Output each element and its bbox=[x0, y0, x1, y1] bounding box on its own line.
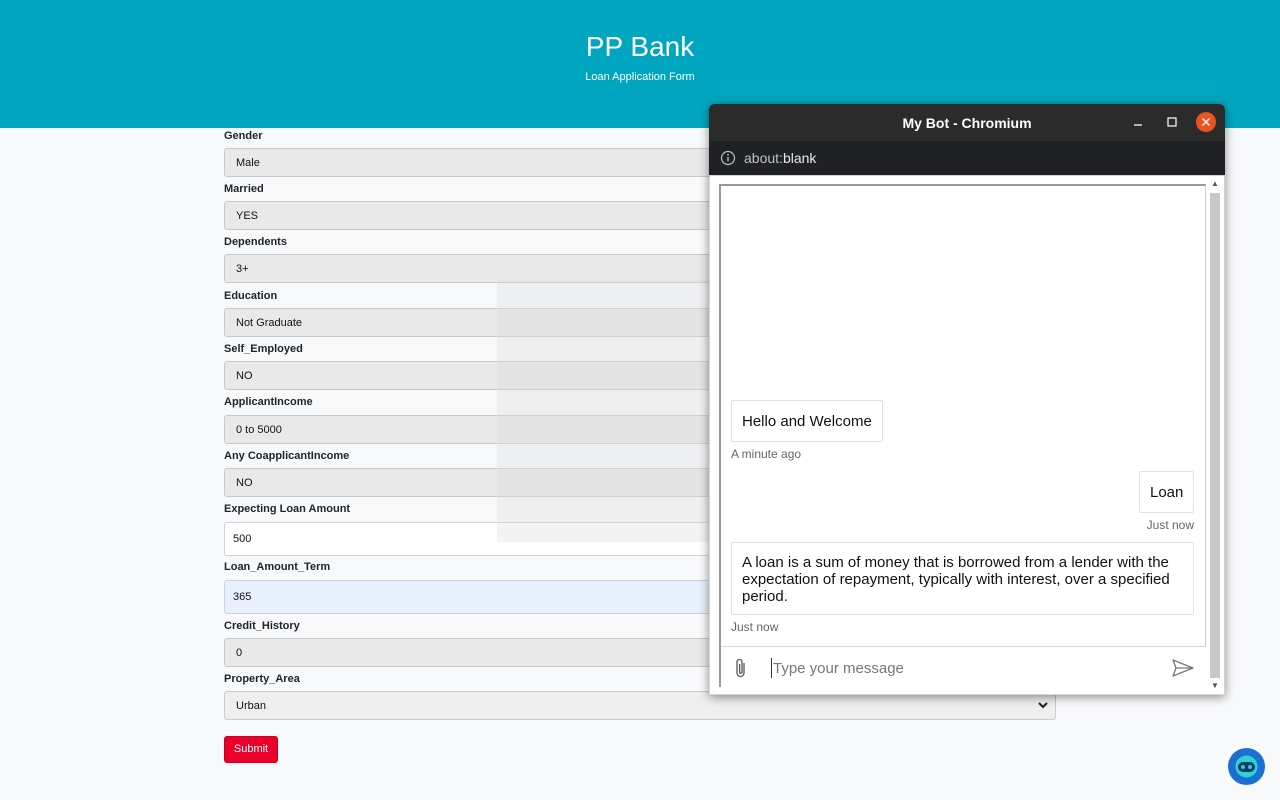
chat-panel: Hello and Welcome A minute ago Loan Just… bbox=[719, 184, 1206, 689]
property-area-select[interactable]: Urban bbox=[224, 691, 1056, 720]
property-area-label: Property_Area bbox=[224, 673, 300, 685]
property-area-value: Urban bbox=[236, 700, 266, 712]
coapplicant-income-label: Any CoapplicantIncome bbox=[224, 450, 350, 462]
chevron-down-icon bbox=[1038, 702, 1048, 709]
window-titlebar[interactable]: My Bot - Chromium bbox=[709, 104, 1225, 141]
chatbot-launcher-button[interactable] bbox=[1228, 748, 1265, 785]
url-text: about:blank bbox=[744, 150, 816, 166]
loan-amount-label: Expecting Loan Amount bbox=[224, 503, 351, 515]
message-time: Just now bbox=[731, 620, 779, 634]
send-icon[interactable] bbox=[1172, 658, 1194, 678]
user-message: Loan bbox=[1139, 471, 1194, 513]
page-subtitle: Loan Application Form bbox=[585, 71, 695, 83]
paperclip-icon[interactable] bbox=[733, 657, 749, 679]
address-bar[interactable]: about:blank bbox=[709, 141, 1225, 175]
info-icon[interactable] bbox=[720, 150, 736, 166]
dependents-label: Dependents bbox=[224, 236, 287, 248]
close-icon[interactable] bbox=[1195, 111, 1217, 133]
loan-term-label: Loan_Amount_Term bbox=[224, 561, 331, 573]
message-time: A minute ago bbox=[731, 447, 802, 461]
education-label: Education bbox=[224, 290, 278, 302]
scroll-down-arrow-icon[interactable]: ▼ bbox=[1209, 681, 1221, 691]
url-scheme: about: bbox=[744, 150, 783, 166]
gender-label: Gender bbox=[224, 130, 263, 142]
submit-button[interactable]: Submit bbox=[224, 736, 278, 763]
url-path: blank bbox=[782, 150, 817, 166]
credit-history-label: Credit_History bbox=[224, 620, 300, 632]
bot-window: My Bot - Chromium about:blank Hello and … bbox=[709, 104, 1225, 695]
bot-message: Hello and Welcome bbox=[731, 400, 883, 442]
minimize-icon[interactable] bbox=[1127, 111, 1149, 133]
self-employed-label: Self_Employed bbox=[224, 343, 303, 355]
scrollbar[interactable]: ▲ ▼ bbox=[1209, 179, 1221, 691]
chat-message-input[interactable] bbox=[771, 658, 1151, 678]
applicant-income-label: ApplicantIncome bbox=[224, 396, 313, 408]
maximize-icon[interactable] bbox=[1161, 111, 1183, 133]
bot-face-icon bbox=[1235, 755, 1258, 778]
chat-input-bar bbox=[721, 646, 1206, 689]
married-label: Married bbox=[224, 183, 264, 195]
message-time: Just now bbox=[1146, 518, 1194, 532]
page-title: PP Bank bbox=[585, 31, 695, 62]
scroll-up-arrow-icon[interactable]: ▲ bbox=[1209, 179, 1221, 189]
bot-content: Hello and Welcome A minute ago Loan Just… bbox=[709, 175, 1225, 695]
bot-message: A loan is a sum of money that is borrowe… bbox=[731, 542, 1194, 615]
scrollbar-thumb[interactable] bbox=[1210, 193, 1220, 678]
